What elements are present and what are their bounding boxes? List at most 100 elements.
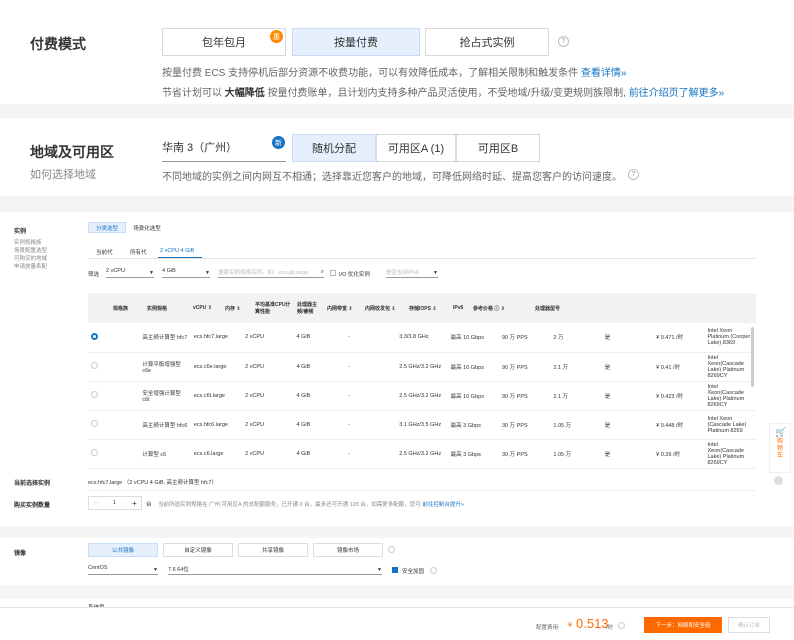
version-select[interactable]: 7.6 64位 ▼ — [168, 565, 382, 575]
row-radio[interactable] — [91, 449, 98, 456]
cell-price: ¥ 0.39 /时 — [653, 439, 705, 469]
io-checkbox[interactable] — [330, 270, 336, 276]
payment-desc-1-text: 按量付费 ECS 支持停机后部分资源不收费功能，可以有效降低成本，了解相关限制和… — [162, 68, 579, 79]
help-icon[interactable] — [618, 622, 625, 629]
header-baseline: 平均基准CPU计算性能 — [252, 293, 294, 323]
help-icon[interactable] — [430, 567, 437, 574]
header-bandwidth[interactable]: 内网带宽 ⇕ — [324, 293, 362, 323]
memory-filter[interactable]: 4 GiB ▼ — [162, 268, 210, 278]
confirm-order-button[interactable]: 确认订单 — [728, 617, 770, 633]
instance-config-panel: 实例 实例规格族 场景配置选型 可购买的地域 申请放量系配 分类选型 场景化选型… — [0, 212, 794, 640]
region-select[interactable]: 华南 3（广州） — [162, 134, 286, 162]
cell-cpu: Intel Xeon(Cascade Lake) Platinum 8269CY — [704, 439, 756, 469]
new-badge: 新 — [272, 136, 285, 149]
os-select-value: CentOS — [88, 565, 108, 571]
header-iops[interactable]: 存储IOPS ⇕ — [406, 293, 450, 323]
tab-image-market[interactable]: 镜像市场 — [313, 543, 383, 557]
collapse-icon[interactable] — [774, 476, 783, 485]
spec-search-placeholder: 搜索实例规格名称，如：ecs.g6.large — [218, 270, 309, 276]
shopping-cart-widget[interactable]: 🛒 购物车 — [769, 423, 791, 473]
minus-icon[interactable]: — — [93, 500, 99, 506]
side-link-regions[interactable]: 可购买的地域 — [14, 254, 47, 262]
next-step-button[interactable]: 下一步：网络和安全组 — [644, 617, 722, 633]
cell-pps: 30 万 PPS — [499, 410, 551, 440]
zone-random[interactable]: 随机分配 — [292, 134, 376, 162]
tab-public-image[interactable]: 公共镜像 — [88, 543, 158, 557]
help-icon[interactable]: ? — [628, 169, 639, 180]
header-memory[interactable]: 内存 ⇕ — [222, 293, 252, 323]
zone-b[interactable]: 可用区B — [456, 134, 540, 162]
tab-shared-image[interactable]: 共享镜像 — [238, 543, 308, 557]
cell-spec: ecs.c6.large — [190, 439, 243, 469]
side-link-scene[interactable]: 场景配置选型 — [14, 246, 47, 254]
fee-value: 0.513 — [576, 616, 609, 631]
os-select[interactable]: CentOS ▼ — [88, 565, 158, 575]
help-icon[interactable]: ? — [558, 36, 569, 47]
quantity-stepper[interactable]: — 1 + — [88, 496, 142, 510]
header-frequency: 处理器主频/睿频 — [294, 293, 324, 323]
table-row[interactable]: 计算平衡增强型 c6e ecs.c6e.large 2 vCPU 4 GiB -2.5 … — [88, 352, 756, 382]
tab-all-gen[interactable]: 所有代 — [130, 248, 147, 256]
tab-custom-image[interactable]: 自定义镜像 — [163, 543, 233, 557]
region-help-link[interactable]: 如何选择地域 — [30, 166, 96, 182]
vcpu-filter[interactable]: 2 vCPU ▼ — [106, 268, 154, 278]
quantity-unit: 台 — [146, 502, 152, 508]
side-link-quota[interactable]: 申请放量系配 — [14, 262, 47, 270]
current-instance-value: ecs.hfc7.large （2 vCPU 4 GiB, 高主频计算型 hfc… — [88, 480, 217, 486]
cell-price: ¥ 0.423 /时 — [653, 381, 705, 411]
cell-freq: 2.5 GHz/3.2 GHz — [396, 439, 448, 469]
cell-family: 计算型 c6 — [139, 439, 191, 469]
header-vcpu[interactable]: vCPU ⇕ — [190, 293, 222, 323]
instance-label: 实例 — [14, 229, 27, 235]
tab-pay-as-you-go[interactable]: 按量付费 — [292, 28, 420, 56]
plus-icon[interactable]: + — [132, 499, 137, 508]
spec-search-input[interactable]: 搜索实例规格名称，如：ecs.g6.large ⌕ — [218, 268, 324, 278]
divider — [88, 490, 756, 491]
filter-label: 筛选 — [88, 272, 100, 278]
quantity-value[interactable]: 1 — [113, 500, 116, 506]
cell-vcpu: 2 vCPU — [242, 352, 294, 382]
row-radio[interactable] — [91, 362, 98, 369]
harden-checkbox[interactable] — [392, 567, 398, 573]
search-icon[interactable]: ⌕ — [321, 269, 324, 276]
cell-freq: 2.5 GHz/3.2 GHz — [396, 352, 448, 382]
help-icon[interactable] — [388, 546, 395, 553]
cell-vcpu: 2 vCPU — [242, 410, 294, 440]
table-scrollbar[interactable] — [751, 327, 754, 387]
payment-desc-1: 按量付费 ECS 支持停机后部分资源不收费功能，可以有效降低成本，了解相关限制和… — [162, 64, 626, 79]
table-row[interactable]: 高主频计算型 hfc6 ecs.hfc6.large 2 vCPU 4 GiB -3.1… — [88, 410, 756, 440]
cell-family: 计算平衡增强型 c6e — [139, 352, 191, 382]
zone-a[interactable]: 可用区A (1) — [376, 134, 456, 162]
ipv6-filter[interactable]: 是否支持IPv6 ▼ — [386, 268, 438, 278]
row-radio[interactable] — [91, 332, 98, 340]
tab-2vcpu-4gib[interactable]: 2 vCPU 4 GiB — [160, 248, 194, 254]
cell-iops: 2.1 万 — [550, 381, 602, 411]
table-row[interactable]: 高主频计算型 hfc7 ecs.hfc7.large 2 vCPU 4 GiB -3.3… — [88, 323, 756, 353]
tab-subscription[interactable]: 包年包月 — [162, 28, 286, 56]
cell-price: ¥ 0.448 /时 — [653, 410, 705, 440]
cell-bw: 最高 10 Gbps — [447, 323, 499, 353]
quantity-note-text: 当前所选实例规格在 广州 可用区A 的总配额服务，已开通 0 台，最多还可开通 … — [158, 502, 421, 508]
cell-pps: 30 万 PPS — [499, 439, 551, 469]
table-row[interactable]: 安全增强计算型 c6t ecs.c6t.large 2 vCPU 4 GiB -2.5 … — [88, 381, 756, 411]
cell-ipv6: 是 — [601, 323, 654, 353]
tab-category[interactable]: 分类选型 — [88, 222, 126, 233]
divider — [88, 258, 756, 259]
view-details-link[interactable]: 查看详情» — [581, 68, 627, 79]
tab-preemptible[interactable]: 抢占式实例 — [425, 28, 549, 56]
image-label: 镜像 — [14, 551, 27, 557]
cell-ipv6: 是 — [601, 439, 654, 469]
table-row[interactable]: 计算型 c6 ecs.c6.large 2 vCPU 4 GiB -2.5 GHz/3.… — [88, 439, 756, 469]
row-radio[interactable] — [91, 420, 98, 427]
memory-filter-value: 4 GiB — [162, 268, 176, 274]
tab-scenario[interactable]: 场景化选型 — [126, 222, 168, 233]
chevron-down-icon: ▼ — [433, 270, 438, 276]
header-spec: 实例规格 — [144, 293, 190, 323]
quota-link[interactable]: 前往控制台提升» — [422, 502, 464, 508]
tab-current-gen[interactable]: 当前代 — [96, 248, 113, 256]
header-price[interactable]: 参考价格 ⓘ ⇕ — [470, 293, 532, 323]
savings-plan-link[interactable]: 前往介绍页了解更多» — [629, 88, 725, 99]
row-radio[interactable] — [91, 391, 98, 398]
header-pps[interactable]: 内网收发包 ⇕ — [362, 293, 406, 323]
side-link-family[interactable]: 实例规格族 — [14, 238, 42, 246]
